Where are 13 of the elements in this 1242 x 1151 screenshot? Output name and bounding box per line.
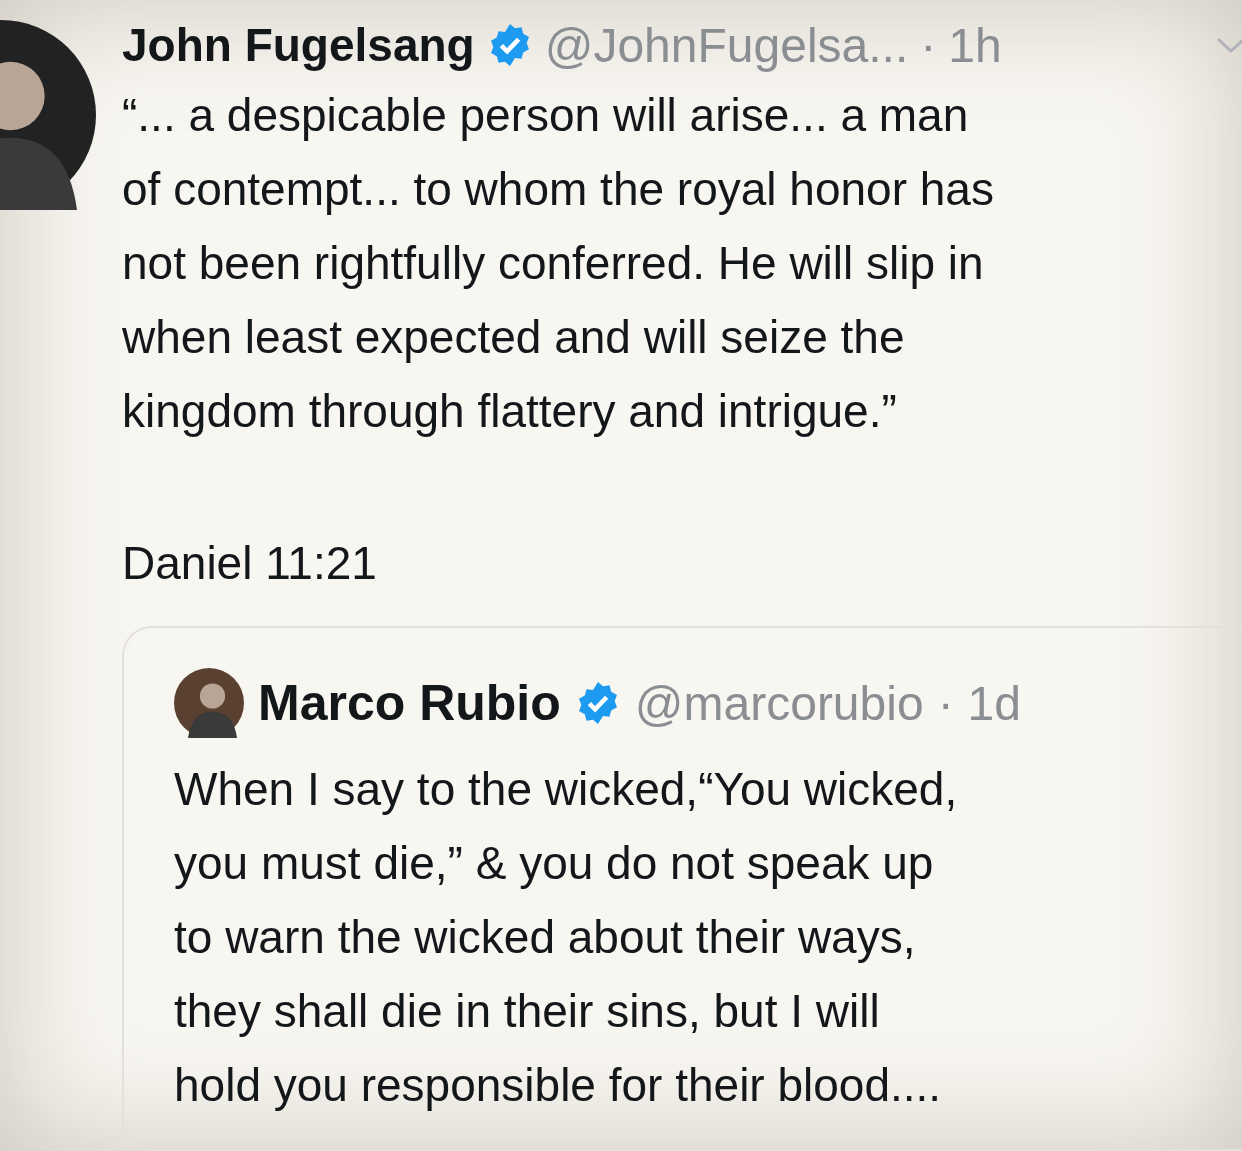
quoted-tweet-text: When I say to the wicked,“You wicked, you must die,” & you do not speak up to warn the wicked about their ways, they shall die in their sins, but I will hold you responsible for their blood.... (174, 762, 959, 1113)
tweet-text: “... a despicable person will arise... a man of contempt... to whom the royal honor has not been rightfully conferred. He will slip in when least expected and will seize the kingdom through flattery and intrigue.” (122, 88, 995, 439)
quoted-tweet-card[interactable] (122, 626, 1242, 1151)
author-name[interactable]: John Fugelsang (122, 18, 475, 72)
separator-dot: · (920, 17, 937, 73)
author-handle[interactable]: @JohnFugelsa... (544, 17, 909, 73)
separator-dot: · (937, 675, 954, 731)
quoted-author-name[interactable]: Marco Rubio (258, 674, 561, 732)
quoted-author-handle[interactable]: @marcorubio (634, 675, 924, 731)
timestamp[interactable]: 1h (948, 17, 1002, 73)
citation-text: Daniel 11:21 (122, 536, 378, 591)
avatar-icon[interactable] (174, 668, 244, 738)
timestamp[interactable]: 1d (967, 675, 1021, 731)
